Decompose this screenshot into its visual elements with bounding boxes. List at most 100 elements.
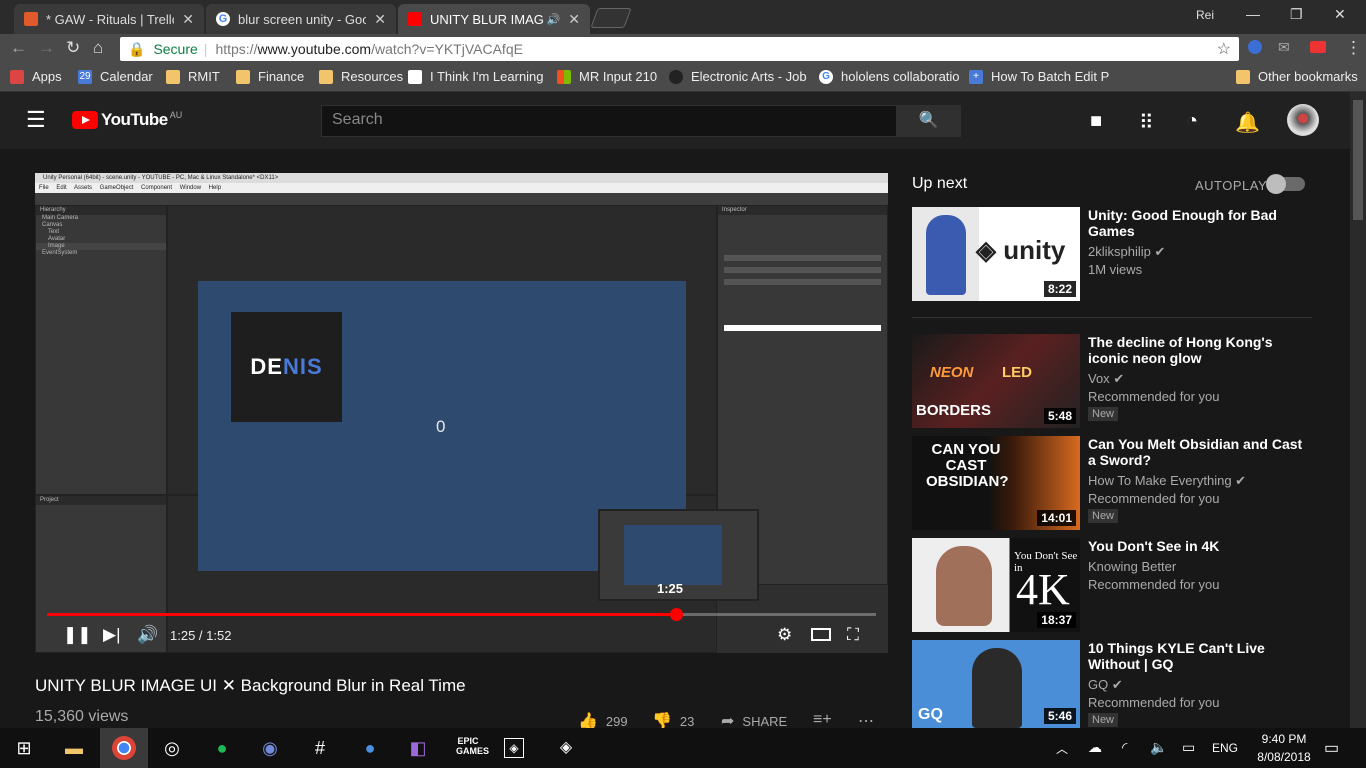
video-thumbnail[interactable]: NEON LED BORDERS 5:48 — [912, 334, 1080, 428]
up-next-card[interactable]: GQ 5:46 10 Things KYLE Can't Live Withou… — [912, 640, 1312, 728]
bookmark-ea[interactable]: Electronic Arts - Job — [669, 69, 807, 84]
bookmark-rmit[interactable]: RMIT — [166, 69, 220, 84]
search-button[interactable]: 🔍 — [896, 105, 961, 137]
up-next-card[interactable]: You Don't See in 4K 18:37 You Don't See … — [912, 538, 1312, 633]
bookmark-mr-input[interactable]: MR Input 210 — [557, 69, 657, 84]
unity-hub-icon[interactable]: ◈ — [504, 738, 524, 758]
video-thumbnail[interactable]: ◈ unity 8:22 — [912, 207, 1080, 301]
fullscreen-icon[interactable]: ⛶ — [847, 625, 859, 645]
avatar[interactable] — [1287, 104, 1319, 136]
bookmark-calendar[interactable]: 29 Calendar — [78, 69, 153, 84]
trello-icon — [408, 69, 422, 84]
url-bar[interactable]: 🔒 Secure | https://www.youtube.com/watch… — [120, 37, 1239, 61]
card-channel[interactable]: GQ ✔ — [1088, 676, 1123, 694]
up-next-card[interactable]: CAN YOU CAST OBSIDIAN? 14:01 Can You Mel… — [912, 436, 1312, 531]
extension-red-icon[interactable] — [1310, 41, 1326, 53]
scrollbar-thumb[interactable] — [1353, 100, 1363, 220]
video-thumbnail[interactable]: GQ 5:46 — [912, 640, 1080, 728]
unity-icon[interactable]: ◈ — [554, 736, 578, 760]
file-explorer-icon[interactable]: ▬ — [62, 736, 86, 760]
spotify-icon[interactable]: ● — [210, 736, 234, 760]
autoplay-toggle[interactable] — [1266, 174, 1305, 194]
extension-globe-icon[interactable] — [1248, 40, 1262, 54]
messages-icon[interactable]: ◔ — [1186, 110, 1198, 133]
video-player[interactable]: Unity Personal (64bit) - scene.unity - Y… — [35, 173, 888, 653]
close-tab-icon[interactable]: ✕ — [568, 11, 580, 28]
reload-icon[interactable]: ↻ — [66, 38, 80, 58]
settings-gear-icon[interactable]: ⚙ — [777, 625, 792, 645]
card-channel[interactable]: 2kliksphilip ✔ — [1088, 243, 1165, 261]
battery-icon[interactable]: ▭ — [1182, 739, 1195, 756]
close-tab-icon[interactable]: ✕ — [182, 11, 194, 28]
close-tab-icon[interactable]: ✕ — [374, 11, 386, 28]
slack-icon[interactable]: # — [308, 736, 332, 760]
tab-youtube-active[interactable]: UNITY BLUR IMAGE UI 🔊 ✕ — [398, 4, 590, 34]
card-title[interactable]: The decline of Hong Kong's iconic neon g… — [1088, 334, 1303, 366]
show-hidden-icons-icon[interactable]: ︿ — [1056, 740, 1068, 757]
chrome-menu-icon[interactable]: ⋮ — [1345, 38, 1362, 58]
bookmark-apps[interactable]: Apps — [10, 69, 62, 84]
circle-app-icon[interactable]: ◎ — [160, 736, 184, 760]
tab-google-search[interactable]: G blur screen unity - Googl ✕ — [206, 4, 396, 34]
video-duration: 5:48 — [1043, 408, 1076, 424]
card-channel[interactable]: Knowing Better — [1088, 558, 1176, 576]
bookmark-other[interactable]: Other bookmarks — [1236, 69, 1358, 84]
url-text[interactable]: https://www.youtube.com/watch?v=YKTjVACA… — [215, 41, 523, 57]
create-video-icon[interactable]: ■ — [1090, 110, 1102, 133]
bookmark-batch-edit[interactable]: + How To Batch Edit P — [969, 69, 1109, 84]
bookmark-resources[interactable]: Resources — [319, 69, 403, 84]
windows-start-icon[interactable]: ⊞ — [12, 736, 36, 760]
page-scrollbar[interactable] — [1350, 92, 1366, 728]
theater-mode-icon[interactable] — [811, 628, 831, 641]
chrome-icon[interactable] — [112, 736, 136, 760]
video-thumbnail[interactable]: CAN YOU CAST OBSIDIAN? 14:01 — [912, 436, 1080, 530]
bookmark-hololens[interactable]: Ghololens collaboratio — [819, 69, 960, 84]
epic-games-icon[interactable]: EPIC GAMES — [456, 736, 489, 760]
video-thumbnail[interactable]: You Don't See in 4K 18:37 — [912, 538, 1080, 632]
input-language[interactable]: ENG — [1212, 741, 1238, 755]
audio-playing-icon[interactable]: 🔊 — [547, 13, 561, 26]
wifi-icon[interactable]: ◜ — [1122, 739, 1127, 756]
profile-name[interactable]: Rei — [1196, 8, 1214, 22]
apps-grid-icon[interactable]: ⠿ — [1139, 110, 1154, 135]
bookmark-star-icon[interactable]: ☆ — [1217, 39, 1231, 59]
card-title[interactable]: 10 Things KYLE Can't Live Without | GQ — [1088, 640, 1303, 672]
up-next-card[interactable]: ◈ unity 8:22 Unity: Good Enough for Bad … — [912, 207, 1312, 302]
card-channel[interactable]: Vox ✔ — [1088, 370, 1124, 388]
forward-arrow-icon[interactable]: → — [38, 38, 55, 58]
maps-icon[interactable]: ● — [358, 736, 382, 760]
volume-tray-icon[interactable]: 🔈 — [1150, 739, 1167, 756]
onedrive-cloud-icon[interactable]: ☁ — [1088, 739, 1102, 756]
mail-extension-icon[interactable]: ✉ — [1278, 39, 1290, 56]
search-input[interactable]: Search — [321, 105, 897, 137]
notifications-bell-icon[interactable]: 🔔 — [1235, 110, 1260, 135]
card-title[interactable]: You Don't See in 4K — [1088, 538, 1303, 554]
clock-date[interactable]: 8/08/2018 — [1250, 750, 1318, 764]
action-center-icon[interactable]: ▭ — [1324, 738, 1339, 758]
new-tab-button[interactable] — [590, 8, 632, 28]
minimize-button[interactable]: — — [1246, 6, 1260, 22]
up-next-card[interactable]: NEON LED BORDERS 5:48 The decline of Hon… — [912, 334, 1312, 429]
home-icon[interactable]: ⌂ — [93, 38, 103, 58]
discord-icon[interactable]: ◉ — [258, 736, 282, 760]
bookmark-trello[interactable]: I Think I'm Learning — [408, 69, 544, 84]
tab-trello[interactable]: * GAW - Rituals | Trello ✕ — [14, 4, 204, 34]
back-arrow-icon[interactable]: ← — [10, 38, 27, 58]
hamburger-menu-icon[interactable]: ☰ — [26, 107, 46, 133]
card-channel[interactable]: How To Make Everything ✔ — [1088, 472, 1246, 490]
close-window-button[interactable]: ✕ — [1334, 6, 1346, 23]
progress-bar[interactable] — [47, 608, 876, 621]
add-to-playlist-button[interactable]: ≡+ — [813, 711, 840, 729]
card-title[interactable]: Can You Melt Obsidian and Cast a Sword? — [1088, 436, 1303, 468]
bookmark-finance[interactable]: Finance — [236, 69, 304, 84]
next-video-icon[interactable]: ▶| — [103, 625, 121, 645]
clock-time[interactable]: 9:40 PM — [1255, 732, 1313, 746]
restore-button[interactable]: ❐ — [1290, 6, 1303, 23]
visual-studio-icon[interactable]: ◧ — [406, 736, 430, 760]
url-prefix: https:// — [215, 41, 258, 57]
youtube-logo[interactable]: YouTube AU — [72, 110, 182, 130]
card-title[interactable]: Unity: Good Enough for Bad Games — [1088, 207, 1303, 239]
pause-icon[interactable]: ❚❚ — [63, 625, 92, 645]
volume-icon[interactable]: 🔊 — [137, 625, 158, 645]
unity-logo-icon: ◈ unity — [976, 235, 1066, 265]
